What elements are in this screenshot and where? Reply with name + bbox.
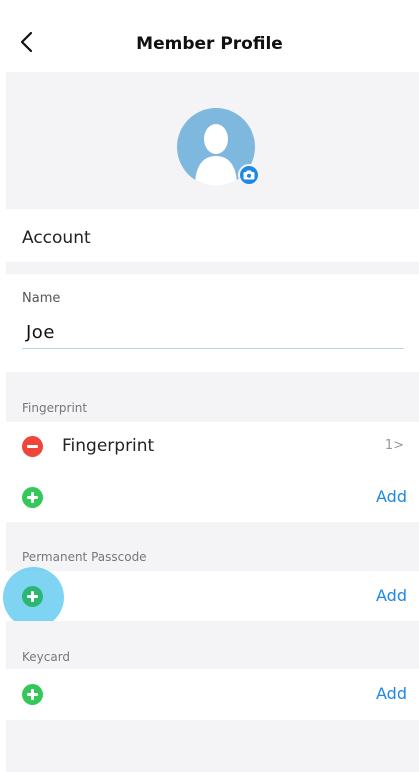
remove-icon[interactable] (22, 436, 43, 457)
fingerprint-section-label: Fingerprint (22, 401, 88, 415)
add-keycard-button[interactable]: Add (376, 684, 407, 703)
account-heading: Account (22, 228, 91, 248)
fingerprint-row[interactable]: Fingerprint 1> (0, 422, 419, 472)
section-divider (6, 262, 419, 274)
add-passcode-row[interactable]: Add (0, 571, 419, 621)
add-fingerprint-row[interactable]: Add (0, 472, 419, 522)
fingerprint-section-header: Fingerprint (6, 372, 419, 422)
bottom-spacer (6, 720, 419, 772)
add-passcode-button[interactable]: Add (376, 586, 407, 605)
add-icon[interactable] (22, 684, 43, 705)
keycard-section-header: Keycard (6, 621, 419, 669)
passcode-section-header: Permanent Passcode (6, 522, 419, 571)
add-icon[interactable] (22, 487, 43, 508)
add-fingerprint-button[interactable]: Add (376, 487, 407, 506)
name-label: Name (22, 291, 61, 306)
add-icon[interactable] (22, 586, 43, 607)
name-field[interactable]: Joe (26, 322, 55, 343)
camera-icon (243, 170, 255, 180)
page-title: Member Profile (136, 34, 283, 54)
passcode-section-label: Permanent Passcode (22, 550, 147, 564)
change-photo-button[interactable] (238, 164, 260, 186)
avatar-section (6, 72, 419, 209)
add-keycard-row[interactable]: Add (0, 669, 419, 719)
fingerprint-item-label: Fingerprint (62, 436, 155, 456)
name-field-underline (22, 348, 404, 349)
fingerprint-count: 1> (384, 438, 404, 453)
keycard-section-label: Keycard (22, 650, 71, 664)
header-bar: Member Profile (0, 0, 419, 72)
